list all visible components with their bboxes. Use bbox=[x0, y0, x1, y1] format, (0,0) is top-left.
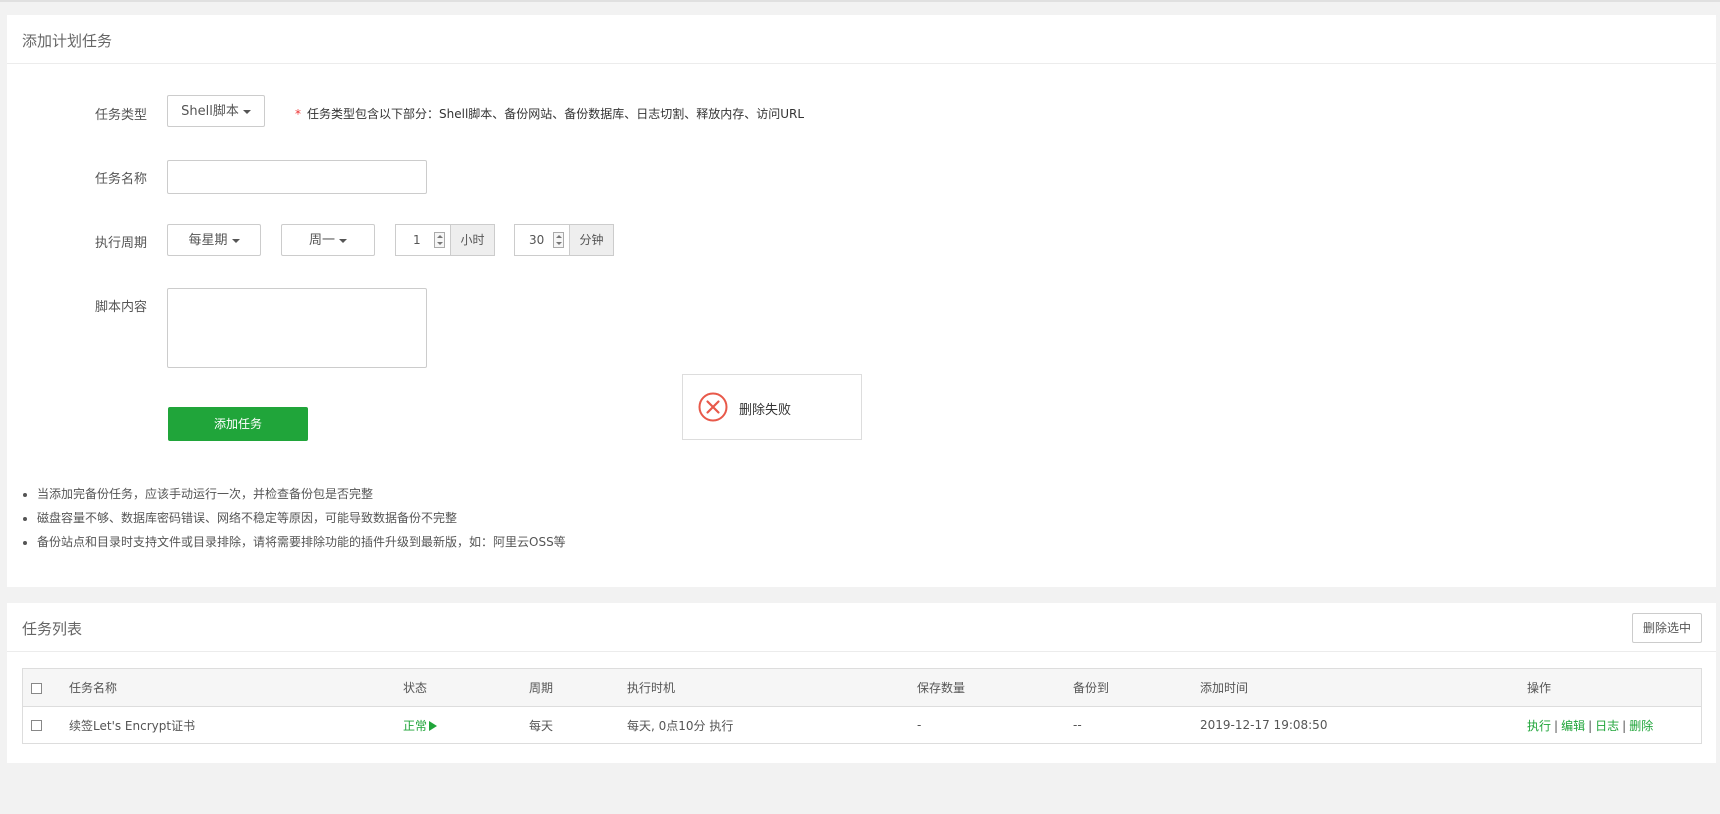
cycle-type-dropdown[interactable]: 每星期 bbox=[167, 224, 261, 256]
keep-count-cell: - bbox=[917, 718, 922, 732]
column-header: 状态 bbox=[403, 668, 529, 707]
weekday-value: 周一 bbox=[308, 233, 335, 248]
column-header: 周期 bbox=[529, 668, 627, 707]
required-star: * bbox=[295, 107, 301, 121]
task-list-title: 任务列表 bbox=[7, 603, 1716, 652]
task-name-cell: 续签Let's Encrypt证书 bbox=[69, 718, 196, 733]
add-task-panel: 添加计划任务 任务类型 Shell脚本 * 任务类型包含以下部分：Shell脚本、… bbox=[7, 15, 1716, 587]
chevron-down-icon bbox=[231, 238, 240, 243]
minute-spinner: 30 分钟 bbox=[514, 224, 614, 256]
backup-to-cell: -- bbox=[1073, 718, 1082, 732]
task-type-dropdown[interactable]: Shell脚本 bbox=[167, 95, 265, 127]
task-type-hint-text: 任务类型包含以下部分：Shell脚本、备份网站、备份数据库、日志切割、释放内存、… bbox=[307, 107, 805, 121]
minute-value: 30 bbox=[529, 233, 545, 247]
task-name-label: 任务名称 bbox=[94, 172, 147, 187]
column-header: 备份到 bbox=[1073, 668, 1200, 707]
column-header: 操作 bbox=[1527, 668, 1702, 707]
chevron-down-icon bbox=[242, 109, 251, 114]
chevron-down-icon bbox=[339, 238, 347, 243]
column-header: 任务名称 bbox=[69, 668, 403, 707]
added-time-cell: 2019-12-17 19:08:50 bbox=[1200, 718, 1328, 732]
task-name-input[interactable] bbox=[167, 160, 427, 194]
script-textarea[interactable] bbox=[167, 288, 427, 368]
toast-message: 删除失败 bbox=[739, 403, 792, 418]
execute-link[interactable]: 执行 bbox=[1527, 719, 1551, 733]
table-header-row: 任务名称 状态 周期 执行时机 保存数量 备份到 添加时间 操作 bbox=[22, 668, 1702, 707]
edit-link[interactable]: 编辑 bbox=[1561, 719, 1585, 733]
top-border bbox=[0, 0, 1720, 2]
select-all-checkbox[interactable] bbox=[31, 682, 42, 694]
hour-input[interactable]: 1 bbox=[395, 224, 450, 256]
column-header: 执行时机 bbox=[627, 668, 917, 707]
cycle-label: 执行周期 bbox=[94, 236, 147, 251]
status-text: 正常 bbox=[403, 718, 428, 733]
minute-unit: 分钟 bbox=[569, 224, 614, 256]
task-table: 任务名称 状态 周期 执行时机 保存数量 备份到 添加时间 操作 续签Let's… bbox=[22, 668, 1702, 744]
table-row: 续签Let's Encrypt证书 正常 每天 每天, 0点10分 执行 - -… bbox=[23, 707, 1702, 744]
hour-value: 1 bbox=[413, 233, 421, 247]
hour-unit: 小时 bbox=[450, 224, 495, 256]
minute-input[interactable]: 30 bbox=[514, 224, 569, 256]
log-link[interactable]: 日志 bbox=[1595, 719, 1619, 733]
note-item: 当添加完备份任务，应该手动运行一次，并检查备份包是否完整 bbox=[37, 482, 566, 506]
task-type-value: Shell脚本 bbox=[181, 104, 239, 119]
play-icon bbox=[429, 721, 438, 731]
spinner-arrows-icon[interactable] bbox=[553, 232, 564, 248]
notes-list: 当添加完备份任务，应该手动运行一次，并检查备份包是否完整 磁盘容量不够、数据库密… bbox=[19, 482, 566, 554]
add-task-title: 添加计划任务 bbox=[7, 15, 1716, 64]
row-checkbox[interactable] bbox=[31, 720, 42, 731]
status-cell[interactable]: 正常 bbox=[403, 707, 529, 744]
note-item: 磁盘容量不够、数据库密码错误、网络不稳定等原因，可能导致数据备份不完整 bbox=[37, 506, 566, 530]
error-x-icon bbox=[698, 392, 728, 422]
spinner-arrows-icon[interactable] bbox=[434, 232, 445, 248]
error-toast: 删除失败 bbox=[682, 374, 862, 440]
task-type-label: 任务类型 bbox=[94, 108, 147, 123]
task-list-panel: 任务列表 删除选中 任务名称 状态 周期 执行时机 保存数量 备份到 添加时间 … bbox=[7, 603, 1716, 763]
actions-cell: 执行 | 编辑 | 日志 | 删除 bbox=[1527, 718, 1654, 733]
note-item: 备份站点和目录时支持文件或目录排除，请将需要排除功能的插件升级到最新版，如：阿里… bbox=[37, 530, 566, 554]
hour-spinner: 1 小时 bbox=[395, 224, 495, 256]
column-header: 保存数量 bbox=[917, 668, 1073, 707]
delete-selected-button[interactable]: 删除选中 bbox=[1632, 613, 1702, 643]
script-label: 脚本内容 bbox=[94, 300, 147, 315]
cycle-type-value: 每星期 bbox=[188, 233, 228, 248]
delete-link[interactable]: 删除 bbox=[1629, 719, 1653, 733]
task-type-hint: * 任务类型包含以下部分：Shell脚本、备份网站、备份数据库、日志切割、释放内存… bbox=[295, 105, 804, 122]
cycle-cell: 每天 bbox=[529, 718, 554, 733]
column-header: 添加时间 bbox=[1200, 668, 1527, 707]
add-task-button[interactable]: 添加任务 bbox=[168, 407, 308, 441]
timing-cell: 每天, 0点10分 执行 bbox=[627, 718, 734, 733]
weekday-dropdown[interactable]: 周一 bbox=[281, 224, 375, 256]
